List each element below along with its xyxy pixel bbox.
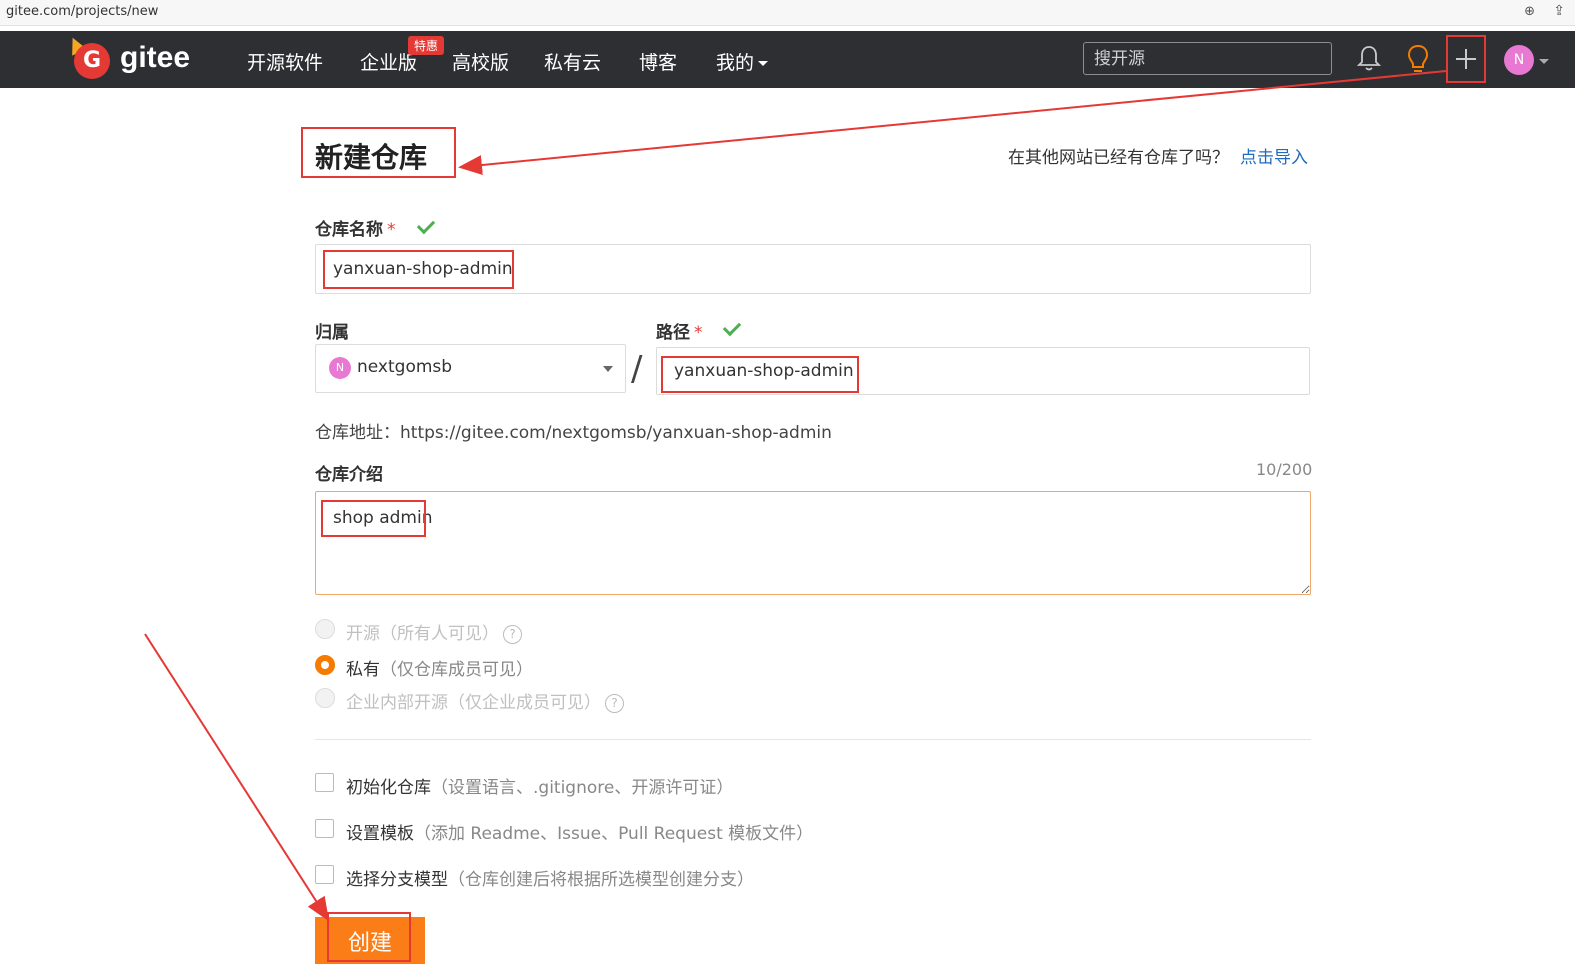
check-icon bbox=[722, 317, 742, 337]
enterprise-promo-badge: 特惠 bbox=[408, 36, 445, 55]
visibility-label: 私有 bbox=[346, 660, 380, 680]
owner-avatar: N bbox=[329, 357, 351, 379]
path-label-text: 路径 bbox=[656, 323, 690, 343]
nav-mine-label: 我的 bbox=[716, 52, 755, 74]
check-icon bbox=[416, 215, 436, 235]
browser-address-bar[interactable]: gitee.com/projects/new ⊕ ⇪ bbox=[0, 0, 1575, 26]
visibility-label: 企业内部开源 bbox=[346, 693, 448, 713]
radio-open-source[interactable] bbox=[315, 619, 335, 639]
path-label: 路径 * bbox=[656, 318, 703, 343]
nav-mine[interactable]: 我的 bbox=[716, 48, 769, 75]
logo-text: gitee bbox=[120, 41, 191, 74]
option-label: 初始化仓库 bbox=[346, 778, 431, 798]
nav-university[interactable]: 高校版 bbox=[452, 48, 509, 75]
annotation-highlight-repo-name bbox=[323, 250, 514, 289]
visibility-private[interactable]: 私有（仅仓库成员可见） bbox=[346, 655, 533, 680]
help-icon[interactable]: ? bbox=[605, 693, 624, 713]
url-text[interactable]: gitee.com/projects/new bbox=[6, 4, 158, 19]
share-icon[interactable]: ⇪ bbox=[1553, 3, 1565, 19]
nav-private-cloud[interactable]: 私有云 bbox=[544, 48, 601, 75]
visibility-hint: （仅企业成员可见） bbox=[448, 693, 601, 713]
visibility-label: 开源 bbox=[346, 624, 380, 644]
visibility-enterprise-internal[interactable]: 企业内部开源（仅企业成员可见）? bbox=[346, 688, 624, 713]
repo-address-url: https://gitee.com/nextgomsb/yanxuan-shop… bbox=[400, 423, 832, 443]
option-label: 设置模板 bbox=[346, 824, 414, 844]
new-repo-plus-button[interactable] bbox=[1446, 35, 1486, 83]
checkbox-template[interactable] bbox=[315, 819, 334, 838]
user-avatar[interactable]: N bbox=[1504, 45, 1534, 75]
owner-label: 归属 bbox=[315, 323, 349, 343]
checkbox-branch-model[interactable] bbox=[315, 865, 334, 884]
help-icon[interactable]: ? bbox=[503, 624, 522, 644]
checkbox-init-repo[interactable] bbox=[315, 773, 334, 792]
section-divider bbox=[315, 739, 1311, 740]
owner-value: nextgomsb bbox=[357, 357, 453, 377]
search-input[interactable] bbox=[1083, 42, 1332, 75]
intro-textarea[interactable]: shop admin bbox=[315, 491, 1311, 595]
nav-blog[interactable]: 博客 bbox=[639, 48, 677, 75]
avatar-chevron-down-icon[interactable] bbox=[1539, 59, 1549, 64]
repo-name-label-text: 仓库名称 bbox=[315, 220, 383, 240]
lightbulb-icon[interactable] bbox=[1405, 43, 1431, 75]
top-navbar: G gitee 开源软件 企业版 特惠 高校版 私有云 博客 我的 N bbox=[0, 31, 1575, 88]
option-branch-model[interactable]: 选择分支模型（仓库创建后将根据所选模型创建分支） bbox=[346, 865, 754, 890]
bell-icon[interactable] bbox=[1357, 43, 1381, 73]
import-question: 在其他网站已经有仓库了吗？ bbox=[1008, 148, 1229, 168]
repo-address: 仓库地址：https://gitee.com/nextgomsb/yanxuan… bbox=[315, 418, 832, 443]
radio-private[interactable] bbox=[315, 655, 335, 675]
option-hint: （设置语言、.gitignore、开源许可证） bbox=[431, 778, 734, 798]
chevron-down-icon bbox=[603, 366, 613, 372]
annotation-highlight-path bbox=[661, 356, 859, 393]
chevron-down-icon bbox=[758, 61, 769, 66]
path-separator: / bbox=[631, 349, 643, 389]
annotation-highlight-intro bbox=[321, 500, 426, 537]
option-template[interactable]: 设置模板（添加 Readme、Issue、Pull Request 模板文件） bbox=[346, 819, 813, 844]
annotation-arrow-create bbox=[144, 633, 330, 922]
option-label: 选择分支模型 bbox=[346, 870, 448, 890]
visibility-hint: （所有人可见） bbox=[380, 624, 499, 644]
intro-label: 仓库介绍 bbox=[315, 465, 383, 485]
plus-icon bbox=[1456, 49, 1476, 69]
visibility-hint: （仅仓库成员可见） bbox=[380, 660, 533, 680]
nav-open-source[interactable]: 开源软件 bbox=[247, 48, 323, 75]
option-hint: （添加 Readme、Issue、Pull Request 模板文件） bbox=[414, 824, 814, 844]
option-init-repo[interactable]: 初始化仓库（设置语言、.gitignore、开源许可证） bbox=[346, 773, 733, 798]
required-mark: * bbox=[387, 220, 396, 240]
repo-address-label: 仓库地址： bbox=[315, 423, 400, 443]
repo-name-label: 仓库名称 * bbox=[315, 215, 396, 240]
required-mark: * bbox=[694, 323, 703, 343]
gitee-logo[interactable]: G gitee bbox=[65, 34, 208, 81]
import-link[interactable]: 点击导入 bbox=[1240, 143, 1308, 168]
visibility-open-source[interactable]: 开源（所有人可见）? bbox=[346, 619, 522, 644]
annotation-highlight-create bbox=[327, 912, 411, 962]
page-title: 新建仓库 bbox=[315, 141, 428, 174]
option-hint: （仓库创建后将根据所选模型创建分支） bbox=[448, 870, 754, 890]
logo-g-icon: G bbox=[74, 43, 110, 79]
zoom-icon[interactable]: ⊕ bbox=[1524, 4, 1535, 19]
radio-enterprise-internal[interactable] bbox=[315, 688, 335, 708]
intro-char-counter: 10/200 bbox=[1256, 460, 1313, 479]
